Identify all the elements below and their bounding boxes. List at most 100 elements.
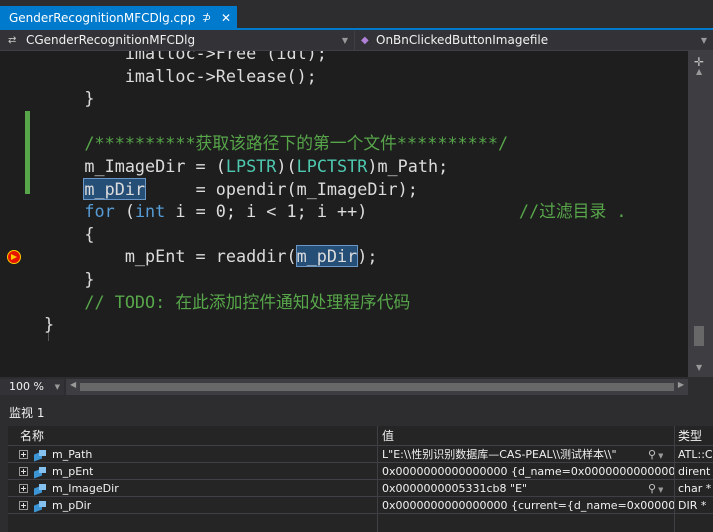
watch-row-name: m_pDir (52, 499, 92, 512)
watch-row-value[interactable]: L"E:\\性别识别数据库—CAS-PEAL\\测试样本\\" (382, 447, 644, 463)
expand-icon[interactable] (19, 467, 28, 476)
code-line[interactable]: } (44, 268, 95, 290)
expand-icon[interactable] (19, 450, 28, 459)
code-editor[interactable]: imalloc->Free (idl); imalloc->Release();… (0, 51, 688, 377)
class-icon: ⇄ (8, 35, 17, 46)
code-line[interactable]: { (44, 223, 95, 245)
watch-row-type: dirent (678, 465, 711, 478)
code-token: /**********获取该路径下的第一个文件**********/ (44, 133, 509, 154)
code-token: imalloc->Free (idl); (44, 51, 327, 63)
watch-row-name: m_pEnt (52, 465, 94, 478)
highlighted-reference: m_pDir (295, 245, 359, 268)
code-token: )( (276, 156, 297, 176)
code-token: )m_Path; (367, 156, 449, 176)
code-line[interactable]: m_ImageDir = (LPSTR)(LPCTSTR)m_Path; (44, 155, 448, 177)
code-token: i = 0; i < 1; i ++) (165, 201, 519, 222)
code-token: int (134, 201, 166, 222)
watch-row-value[interactable]: 0x0000000000000000 {current={d_name=0x00… (382, 498, 674, 514)
editor-horizontal-scrollbar[interactable]: ◀ ▶ (66, 379, 688, 395)
column-header-name[interactable]: 名称 (20, 426, 377, 446)
watch-row-type: DIR * (678, 499, 707, 512)
expand-icon[interactable] (19, 484, 28, 493)
chevron-down-icon: ▼ (54, 383, 60, 391)
member-scope-dropdown[interactable]: ◆ OnBnClickedButtonImagefile ▼ (356, 31, 713, 50)
member-scope-label: OnBnClickedButtonImagefile (376, 33, 549, 47)
watch-panel: 监视 1 名称 值 类型 m_Path L"E:\\性别识别数据库—CAS-PEA… (0, 403, 713, 532)
pin-icon[interactable]: ⊅ (202, 6, 211, 30)
scrollbar-thumb[interactable] (694, 326, 704, 346)
watch-row[interactable]: m_pEnt 0x0000000000000000 {d_name=0x00000… (8, 464, 713, 480)
variable-icon (34, 483, 46, 496)
column-separator[interactable] (377, 426, 378, 532)
code-token: { (44, 223, 95, 244)
watch-row[interactable]: m_ImageDir 0x0000000005331cb8 "E" ⚲ ▼ char * (8, 481, 713, 497)
code-line[interactable]: for (int i = 0; i < 1; i ++) //过滤目录 . (44, 200, 626, 222)
code-token: ); (357, 246, 378, 267)
method-icon: ◆ (361, 35, 369, 46)
variable-icon (34, 466, 46, 479)
document-tab-bar: GenderRecognitionMFCDlg.cpp ⊅ ✕ (0, 0, 713, 30)
code-token: LPCTSTR (296, 156, 368, 176)
expand-icon[interactable] (19, 501, 28, 510)
watch-grid[interactable]: 名称 值 类型 m_Path L"E:\\性别识别数据库—CAS-PEAL\\测试… (8, 426, 713, 532)
code-line[interactable]: imalloc->Release(); (44, 65, 317, 87)
code-line[interactable]: } (44, 313, 54, 335)
navigation-bar: ⇄ CGenderRecognitionMFCDlg ▼ ◆ OnBnClick… (0, 30, 713, 51)
code-token: = opendir(m_ImageDir); (145, 178, 418, 199)
watch-row[interactable]: m_pDir 0x0000000000000000 {current={d_nam… (8, 498, 713, 514)
code-token: for (84, 201, 115, 222)
watch-row-type: ATL::C (678, 448, 713, 461)
editor-vertical-scrollbar[interactable]: ✛ ▲ ▼ (688, 51, 713, 377)
chevron-down-icon: ▼ (341, 36, 348, 45)
code-token: //过滤目录 . (518, 201, 627, 222)
watch-row[interactable]: m_Path L"E:\\性别识别数据库—CAS-PEAL\\测试样本\\" ⚲ ▼ A… (8, 447, 713, 463)
variable-icon (34, 449, 46, 462)
change-tracking-bar (25, 111, 30, 194)
close-icon[interactable]: ✕ (221, 6, 231, 30)
watch-row-type: char * (678, 482, 712, 495)
indicator-margin[interactable] (0, 51, 24, 377)
code-line[interactable]: m_pDir = opendir(m_ImageDir); (44, 177, 418, 200)
zoom-bar: 100 % ▼ ◀ ▶ (0, 377, 713, 397)
code-token: } (44, 314, 55, 335)
code-line[interactable]: // TODO: 在此添加控件通知处理程序代码 (44, 291, 410, 313)
watch-panel-title: 监视 1 (9, 406, 45, 420)
scroll-up-icon[interactable]: ▲ (696, 67, 702, 76)
class-scope-dropdown[interactable]: ⇄ CGenderRecognitionMFCDlg ▼ (0, 31, 355, 50)
watch-row-value[interactable]: 0x0000000005331cb8 "E" (382, 481, 644, 497)
class-scope-label: CGenderRecognitionMFCDlg (26, 33, 196, 47)
code-token: ( (114, 201, 135, 222)
code-token: m_ImageDir = ( (44, 156, 226, 176)
tab-genderrecognitionmfcdlg-cpp[interactable]: GenderRecognitionMFCDlg.cpp ⊅ ✕ (0, 6, 237, 30)
code-line[interactable]: /**********获取该路径下的第一个文件**********/ (44, 132, 508, 154)
breakpoint-current-statement-icon[interactable] (7, 250, 21, 264)
scrollbar-corner (688, 379, 713, 395)
scroll-right-icon[interactable]: ▶ (678, 380, 684, 389)
zoom-dropdown[interactable]: 100 % ▼ (0, 379, 64, 395)
scroll-down-icon[interactable]: ▼ (696, 363, 702, 372)
highlighted-reference: m_pDir (83, 177, 147, 200)
tab-title: GenderRecognitionMFCDlg.cpp (9, 11, 196, 25)
visualizer-search-icon[interactable]: ⚲ ▼ (648, 447, 663, 463)
watch-row-value[interactable]: 0x0000000000000000 {d_name=0x00000000000… (382, 464, 674, 480)
watch-row-name: m_Path (52, 448, 93, 461)
variable-icon (34, 500, 46, 513)
code-token: } (44, 88, 95, 109)
scrollbar-thumb[interactable] (80, 383, 674, 391)
column-header-value[interactable]: 值 (382, 426, 674, 446)
code-line[interactable]: imalloc->Free (idl); (44, 51, 327, 64)
column-header-type[interactable]: 类型 (678, 426, 713, 446)
code-token: } (44, 269, 95, 289)
visualizer-search-icon[interactable]: ⚲ ▼ (648, 481, 663, 497)
column-separator[interactable] (674, 426, 675, 532)
code-line[interactable]: } (44, 87, 95, 109)
code-token: m_pEnt = readdir( (44, 246, 297, 267)
code-token: LPSTR (225, 156, 277, 176)
zoom-level: 100 % (9, 380, 44, 393)
watch-row-name: m_ImageDir (52, 482, 119, 495)
scroll-left-icon[interactable]: ◀ (70, 380, 76, 389)
code-line[interactable]: m_pEnt = readdir(m_pDir); (44, 245, 378, 268)
code-token: // TODO: 在此添加控件通知处理程序代码 (44, 291, 411, 312)
